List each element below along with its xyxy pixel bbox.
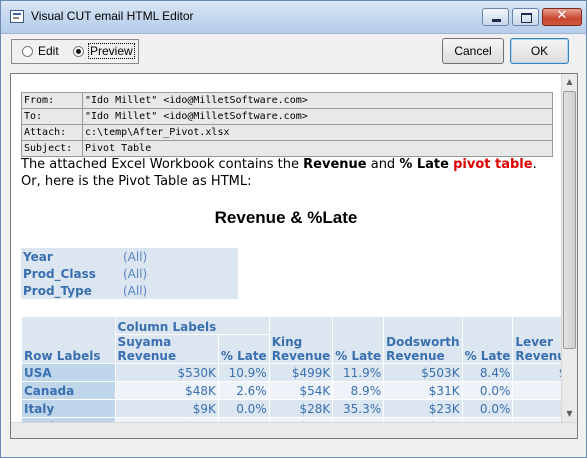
pivot-cell: $48K (114, 381, 219, 400)
vertical-scrollbar[interactable]: ▲ ▼ (561, 74, 577, 422)
pivot-cell: $503K (383, 363, 463, 382)
pivot-cell: $9K (114, 399, 219, 418)
filter-value: (All) (121, 265, 238, 282)
attach-label: Attach: (21, 124, 83, 141)
edit-radio-label: Edit (38, 44, 59, 58)
filter-value: (All) (121, 248, 238, 265)
pivot-cell: 2.6% (217, 381, 270, 400)
pivot-cell: $23K (383, 399, 463, 418)
pivot-cell: 35.3% (332, 399, 385, 418)
maximize-icon (521, 13, 532, 23)
radio-circle-icon (22, 46, 33, 57)
group-header: Suyama Revenue (114, 334, 219, 364)
scroll-up-icon[interactable]: ▲ (562, 74, 577, 90)
editor-window: Visual CUT email HTML Editor ✕ Edit Prev… (0, 0, 587, 458)
from-value: "Ido Millet" <ido@MilletSoftware.com> (82, 92, 553, 109)
close-button[interactable]: ✕ (542, 8, 582, 26)
close-icon: ✕ (556, 8, 568, 23)
body-late-word: % Late (399, 157, 449, 172)
pivot-cell: $28K (268, 399, 334, 418)
revenue-col-label: Revenue (271, 349, 331, 363)
maximize-button[interactable] (512, 8, 539, 26)
to-label: To: (21, 108, 83, 125)
revenue-col-label: Revenue (386, 349, 445, 363)
column-labels-header: Column Labels (114, 316, 270, 335)
late-col-header: % Late (217, 334, 270, 364)
group-name: Dodsworth (386, 335, 460, 349)
from-label: From: (21, 92, 83, 109)
email-body-text: The attached Excel Workbook contains the… (21, 156, 561, 190)
pivot-cell: 0.0% (217, 399, 270, 418)
scroll-thumb[interactable] (563, 91, 576, 349)
group-header: King Revenue (268, 316, 334, 364)
title-bar: Visual CUT email HTML Editor ✕ (1, 1, 586, 34)
row-label: USA (21, 363, 116, 382)
body-text-2: and (366, 157, 400, 172)
preview-pane[interactable]: From: "Ido Millet" <ido@MilletSoftware.co… (10, 73, 578, 439)
row-label: Italy (21, 399, 116, 418)
subject-label: Subject: (21, 140, 83, 157)
pivot-cell: $499K (268, 363, 334, 382)
pivot-cell: 8.4% (461, 363, 514, 382)
pivot-cell: $31K (383, 381, 463, 400)
app-icon (10, 10, 24, 23)
attach-value: c:\temp\After_Pivot.xlsx (82, 124, 553, 141)
late-col-header: % Late (332, 316, 385, 364)
pivot-cell: $530K (114, 363, 219, 382)
pivot-cell: 0.0% (461, 381, 514, 400)
horizontal-scrollbar[interactable] (11, 422, 577, 438)
body-period: . (532, 157, 537, 172)
pivot-cell: 8.9% (332, 381, 385, 400)
minimize-button[interactable] (482, 8, 509, 26)
group-name: Suyama (117, 335, 172, 349)
radio-selected-icon (73, 46, 84, 57)
group-name: Lever (515, 335, 554, 349)
filter-name: Prod_Class (21, 265, 121, 282)
filter-name: Prod_Type (21, 282, 121, 299)
body-revenue-word: Revenue (303, 157, 367, 172)
filter-value: (All) (121, 282, 238, 299)
filter-name: Year (21, 248, 121, 265)
pivot-table: Row Labels Column Labels King Revenue % L… (21, 316, 577, 436)
subject-value: Pivot Table (82, 140, 553, 157)
pivot-cell: 11.9% (332, 363, 385, 382)
body-text-1: The attached Excel Workbook contains the (21, 157, 304, 172)
body-line-2: Or, here is the Pivot Table as HTML: (21, 174, 252, 189)
preview-radio-label: Preview (88, 43, 135, 59)
pivot-filters: Year (All) Prod_Class (All) Prod_Type (All) (21, 248, 238, 299)
row-labels-header: Row Labels (21, 316, 116, 364)
cancel-button[interactable]: Cancel (442, 38, 504, 64)
pivot-title: Revenue & %Late (214, 208, 358, 227)
email-header-table: From: "Ido Millet" <ido@MilletSoftware.co… (21, 92, 553, 157)
to-value: "Ido Millet" <ido@MilletSoftware.com> (82, 108, 553, 125)
late-col-header: % Late (461, 316, 514, 364)
mode-group: Edit Preview (11, 39, 139, 64)
pivot-cell: $54K (268, 381, 334, 400)
minimize-icon (492, 19, 501, 22)
revenue-col-label: Revenue (117, 349, 177, 363)
pivot-cell: 10.9% (217, 363, 270, 382)
group-header: Dodsworth Revenue (383, 316, 463, 364)
ok-button[interactable]: OK (510, 38, 569, 64)
group-name: King (271, 335, 303, 349)
body-pivot-table-word: pivot table (453, 157, 533, 172)
pivot-cell: 0.0% (461, 399, 514, 418)
window-title: Visual CUT email HTML Editor (31, 9, 194, 23)
scroll-down-icon[interactable]: ▼ (562, 406, 577, 422)
row-label: Canada (21, 381, 116, 400)
